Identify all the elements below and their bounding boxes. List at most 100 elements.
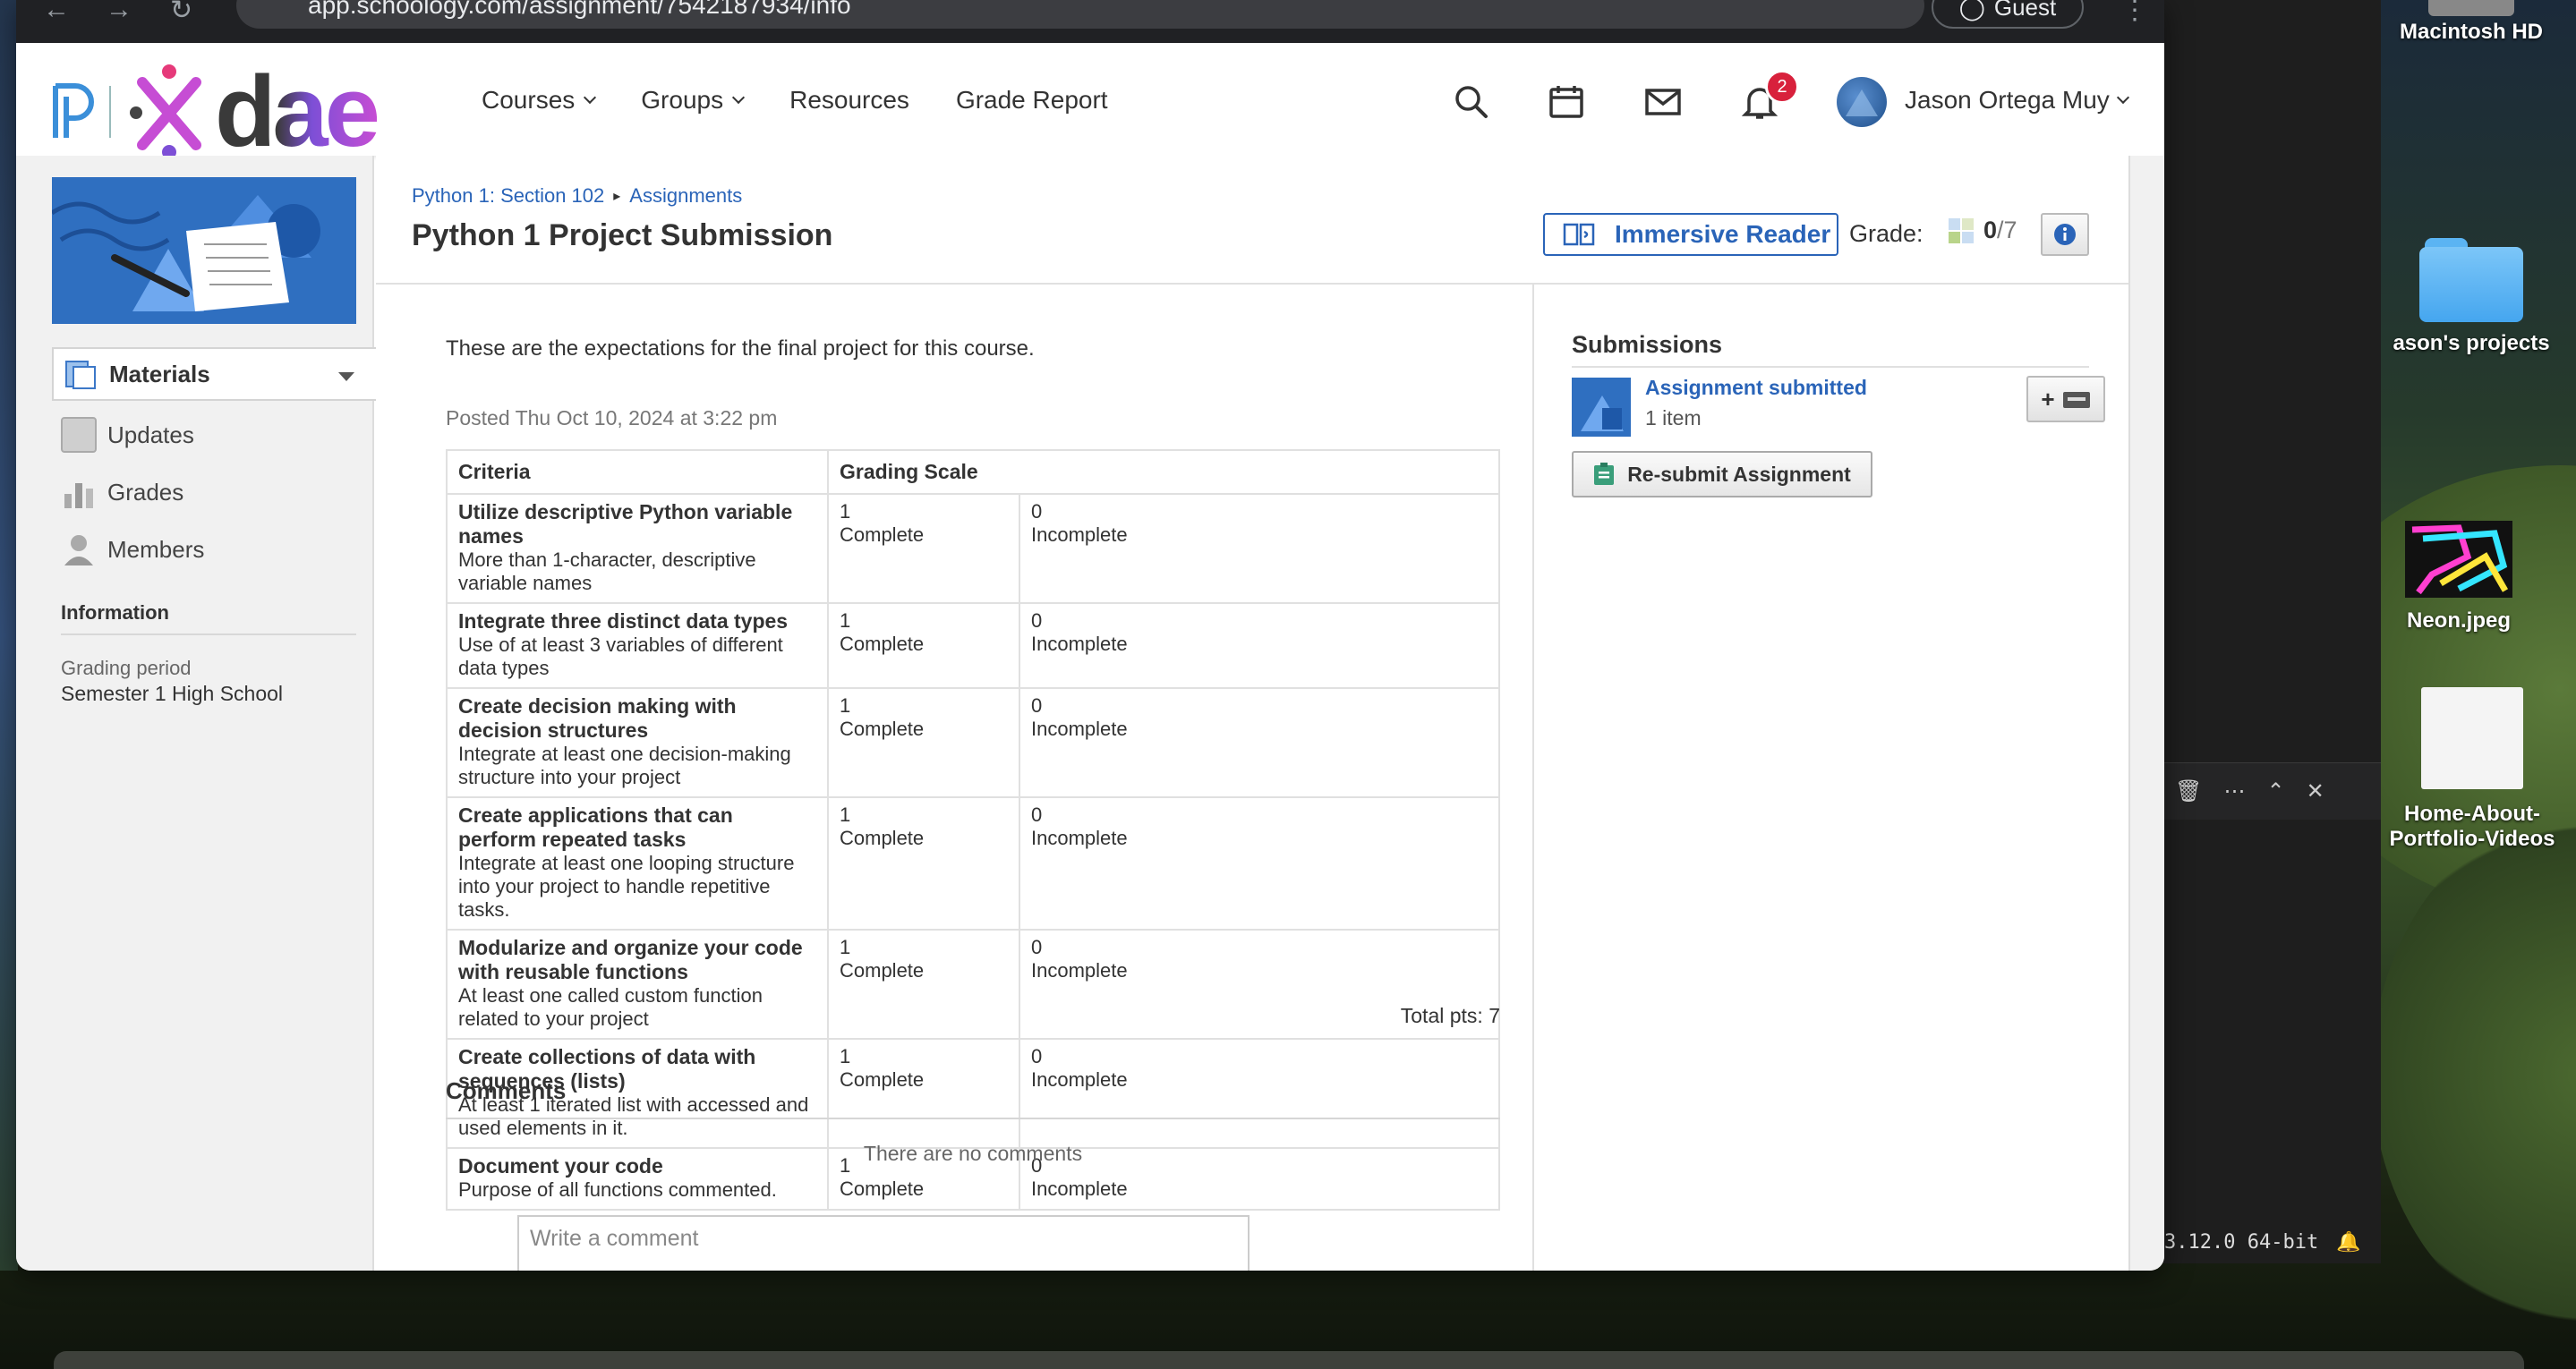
chevron-up-icon[interactable]: ⌃ — [2266, 778, 2284, 804]
page-right-gutter — [2128, 156, 2164, 1271]
browser-menu-icon[interactable]: ⋮ — [2121, 0, 2148, 26]
desktop-icon-projects-folder[interactable]: ason's projects — [2388, 238, 2555, 356]
level-points: 0 — [1031, 936, 1043, 958]
main-content: Python 1: Section 102 ▸ Assignments Pyth… — [376, 156, 2128, 1271]
desktop-icon-neon-jpeg[interactable]: Neon.jpeg — [2392, 521, 2526, 633]
more-icon[interactable]: ⋯ — [2223, 778, 2245, 804]
hard-drive-icon — [2428, 0, 2514, 16]
wallpaper-hill — [2372, 805, 2576, 1342]
profile-label: Guest — [1993, 0, 2057, 21]
level-points: 1 — [840, 500, 851, 523]
powerschool-logo-icon — [53, 83, 94, 138]
search-icon[interactable] — [1452, 82, 1491, 122]
level-points: 1 — [840, 804, 851, 826]
total-points: Total pts: 7 — [1400, 1004, 1500, 1027]
trash-icon[interactable]: 🗑 — [2175, 778, 2202, 804]
nav-label: Groups — [641, 86, 724, 114]
dock[interactable] — [54, 1351, 2524, 1369]
level-label: Incomplete — [1031, 1178, 1128, 1200]
caret-down-icon[interactable] — [338, 372, 354, 381]
user-menu[interactable]: Jason Ortega Muy — [1905, 86, 2129, 115]
terminal-status-bar: 3.12.0 64-bit 🔔 — [2161, 1219, 2381, 1265]
breadcrumb-assignments-link[interactable]: Assignments — [629, 184, 742, 208]
nav-courses[interactable]: Courses — [482, 86, 597, 115]
rubric-row: Create decision making with decision str… — [446, 687, 1500, 798]
nav-grade-report[interactable]: Grade Report — [956, 86, 1108, 115]
nav-resources[interactable]: Resources — [789, 86, 909, 115]
sidebar-item-materials[interactable]: Materials — [52, 347, 376, 401]
course-image[interactable] — [52, 177, 356, 324]
level-label: Complete — [840, 959, 925, 982]
sidebar-item-grades[interactable]: Grades — [61, 471, 183, 514]
folder-icon — [2419, 238, 2523, 322]
resubmit-label: Re-submit Assignment — [1627, 462, 1851, 486]
rubric-level-complete: 1 Complete — [827, 929, 1020, 1040]
level-points: 1 — [840, 1045, 851, 1067]
calendar-icon[interactable] — [1547, 82, 1586, 122]
submission-thumbnail-icon — [1572, 378, 1631, 437]
submission-options-button[interactable]: + — [2026, 376, 2105, 422]
rubric-level-incomplete: 0 Incomplete — [1019, 687, 1500, 798]
level-points: 0 — [1031, 804, 1043, 826]
header-divider — [376, 283, 2128, 285]
members-icon — [64, 535, 93, 565]
grade-value: 0/7 — [1948, 217, 2017, 244]
column-divider — [1532, 285, 1534, 1271]
bell-icon[interactable]: 🔔 — [2336, 1231, 2360, 1254]
criterion-title: Integrate three distinct data types — [458, 609, 789, 633]
nav-label: Grade Report — [955, 86, 1108, 114]
breadcrumb-separator-icon: ▸ — [613, 189, 621, 204]
rubric-level-incomplete: 0 Incomplete — [1019, 796, 1500, 931]
resubmit-assignment-button[interactable]: Re-submit Assignment — [1572, 451, 1872, 497]
updates-icon — [61, 417, 97, 453]
grade-total: /7 — [1997, 217, 2017, 243]
rubric-criterion: Integrate three distinct data types Use o… — [446, 602, 829, 689]
chevron-down-icon — [2116, 90, 2129, 105]
criterion-title: Create decision making with decision str… — [458, 694, 737, 742]
avatar[interactable] — [1837, 77, 1887, 127]
rubric-row: Utilize descriptive Python variable name… — [446, 493, 1500, 604]
breadcrumb-course-link[interactable]: Python 1: Section 102 — [412, 184, 604, 208]
grade-info-button[interactable] — [2041, 213, 2089, 256]
site-logo[interactable]: dae — [50, 62, 380, 162]
close-icon[interactable]: ✕ — [2307, 778, 2324, 804]
posted-date: Posted Thu Oct 10, 2024 at 3:22 pm — [446, 406, 778, 429]
forward-icon[interactable]: → — [106, 0, 132, 25]
no-comments-message: There are no comments — [863, 1142, 1083, 1165]
reload-icon[interactable]: ↻ — [170, 0, 192, 26]
immersive-reader-button[interactable]: Immersive Reader — [1543, 213, 1838, 256]
back-icon[interactable]: ← — [43, 0, 70, 25]
criterion-description: Integrate at least one decision-making s… — [458, 743, 791, 788]
resubmit-icon — [1594, 463, 1615, 485]
criterion-description: Use of at least 3 variables of different… — [458, 633, 783, 679]
submission-status-link[interactable]: Assignment submitted — [1645, 376, 1867, 400]
level-label: Complete — [840, 1178, 925, 1200]
desktop-icon-macintosh-hd[interactable]: Macintosh HD — [2395, 0, 2547, 45]
criterion-description: Purpose of all functions commented. — [458, 1178, 777, 1201]
sidebar-item-updates[interactable]: Updates — [61, 413, 194, 456]
main-nav: Courses Groups Resources Grade Report — [482, 86, 1155, 115]
rubric-level-complete: 1 Complete — [827, 602, 1020, 689]
sidebar-item-members[interactable]: Members — [61, 528, 204, 571]
level-label: Complete — [840, 827, 925, 849]
mail-icon[interactable] — [1643, 82, 1683, 122]
grading-period-label: Grading period — [61, 657, 192, 679]
profile-button[interactable]: ◯ Guest — [1932, 0, 2084, 29]
desktop-icon-document[interactable]: Home-About-Portfolio-Videos — [2363, 687, 2576, 852]
rubric-level-complete: 1 Complete — [827, 493, 1020, 604]
logo-divider — [109, 86, 111, 138]
address-bar[interactable]: app.schoology.com/assignment/7542187934/… — [236, 0, 1924, 29]
plus-icon: + — [2041, 385, 2055, 412]
comment-input[interactable]: Write a comment — [517, 1215, 1250, 1271]
nav-groups[interactable]: Groups — [641, 86, 746, 115]
information-heading: Information — [61, 601, 356, 635]
comments-heading: Comments — [446, 1077, 1500, 1119]
rubric-level-complete: 1 Complete — [827, 687, 1020, 798]
grades-icon — [64, 483, 93, 508]
desktop-wallpaper-left — [0, 0, 18, 1271]
level-label: Incomplete — [1031, 959, 1128, 982]
rubric-header-row: Criteria Grading Scale — [446, 449, 1500, 495]
level-label: Incomplete — [1031, 718, 1128, 740]
notification-badge: 2 — [1765, 70, 1799, 104]
terminal-window[interactable] — [2161, 0, 2381, 1263]
